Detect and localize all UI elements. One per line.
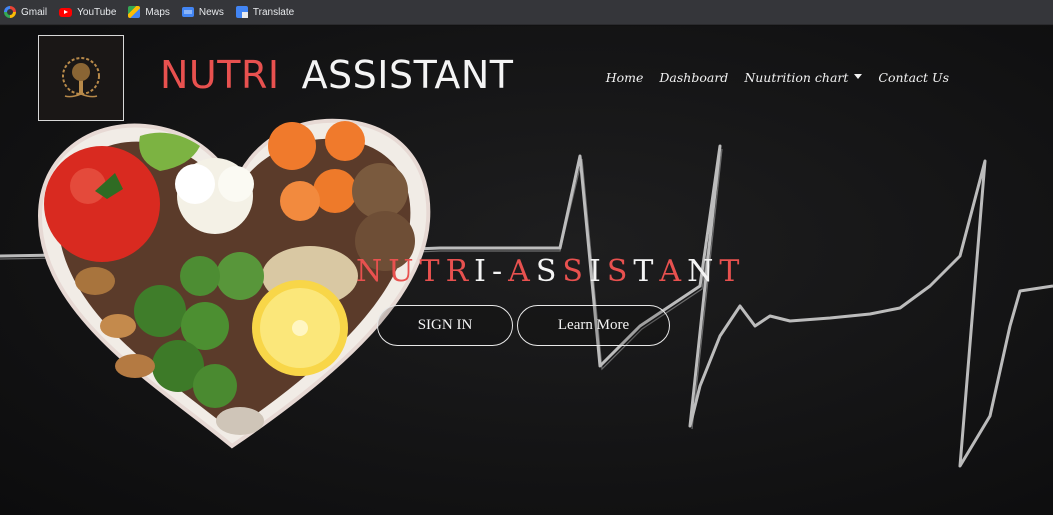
nav-home[interactable]: Home [606,70,644,85]
hero-title-letter: A [659,254,688,289]
hero-title-letter: U [388,254,420,289]
gmail-icon [4,6,16,18]
learn-more-button[interactable]: Learn More [517,305,670,346]
hero-title-letter: S [562,254,589,289]
hero-title-letter: S [606,254,634,289]
nav-nutrition-chart-label: Nuutrition chart [744,70,849,85]
bookmark-gmail[interactable]: Gmail [4,6,47,18]
bookmarks-bar: Gmail YouTube Maps News Translate [0,0,1053,25]
nav-contact[interactable]: Contact Us [878,70,949,85]
bookmark-maps[interactable]: Maps [128,6,170,18]
main-nav: Home Dashboard Nuutrition chart Contact … [606,70,949,85]
bookmark-translate[interactable]: Translate [235,6,295,18]
caret-down-icon [854,74,863,79]
maps-icon [128,6,141,18]
hero-title-letter: N [687,254,720,289]
brand-part2: ASSISTANT [301,53,514,97]
hero-title-letter: T [633,254,660,289]
hero-title-letter: T [419,254,446,289]
brand-title: NUTRI ASSISTANT [160,53,514,97]
bookmark-news[interactable]: News [181,6,224,18]
tree-logo-icon [62,57,100,98]
nav-nutrition-chart-dropdown[interactable]: Nuutrition chart [744,70,863,85]
bookmark-label: YouTube [77,6,117,18]
hero-title: NUTRI-ASSISTANT [356,254,745,289]
bookmark-label: News [198,6,224,18]
logo[interactable] [38,35,124,121]
hero-title-letter: A [508,254,536,289]
hero-title-letter: I [588,254,607,289]
youtube-icon [59,7,73,17]
brand-part1: NUTRI [160,53,280,97]
news-icon [181,7,194,17]
translate-icon [235,6,248,18]
hero-title-letter: - [492,254,509,289]
bookmark-youtube[interactable]: YouTube [59,7,116,18]
hero-title-letter: I [474,254,493,289]
hero-title-letter: T [719,254,746,289]
sign-in-button[interactable]: SIGN IN [377,305,513,346]
bookmark-label: Translate [252,6,295,18]
bookmark-label: Gmail [21,6,48,18]
bookmark-label: Maps [145,6,170,18]
nav-dashboard[interactable]: Dashboard [659,70,728,85]
hero-title-letter: R [445,254,475,289]
hero-section: NUTRI ASSISTANT Home Dashboard Nuutrition… [0,26,1053,515]
hero-title-letter: S [535,254,563,289]
hero-title-letter: N [356,254,389,289]
